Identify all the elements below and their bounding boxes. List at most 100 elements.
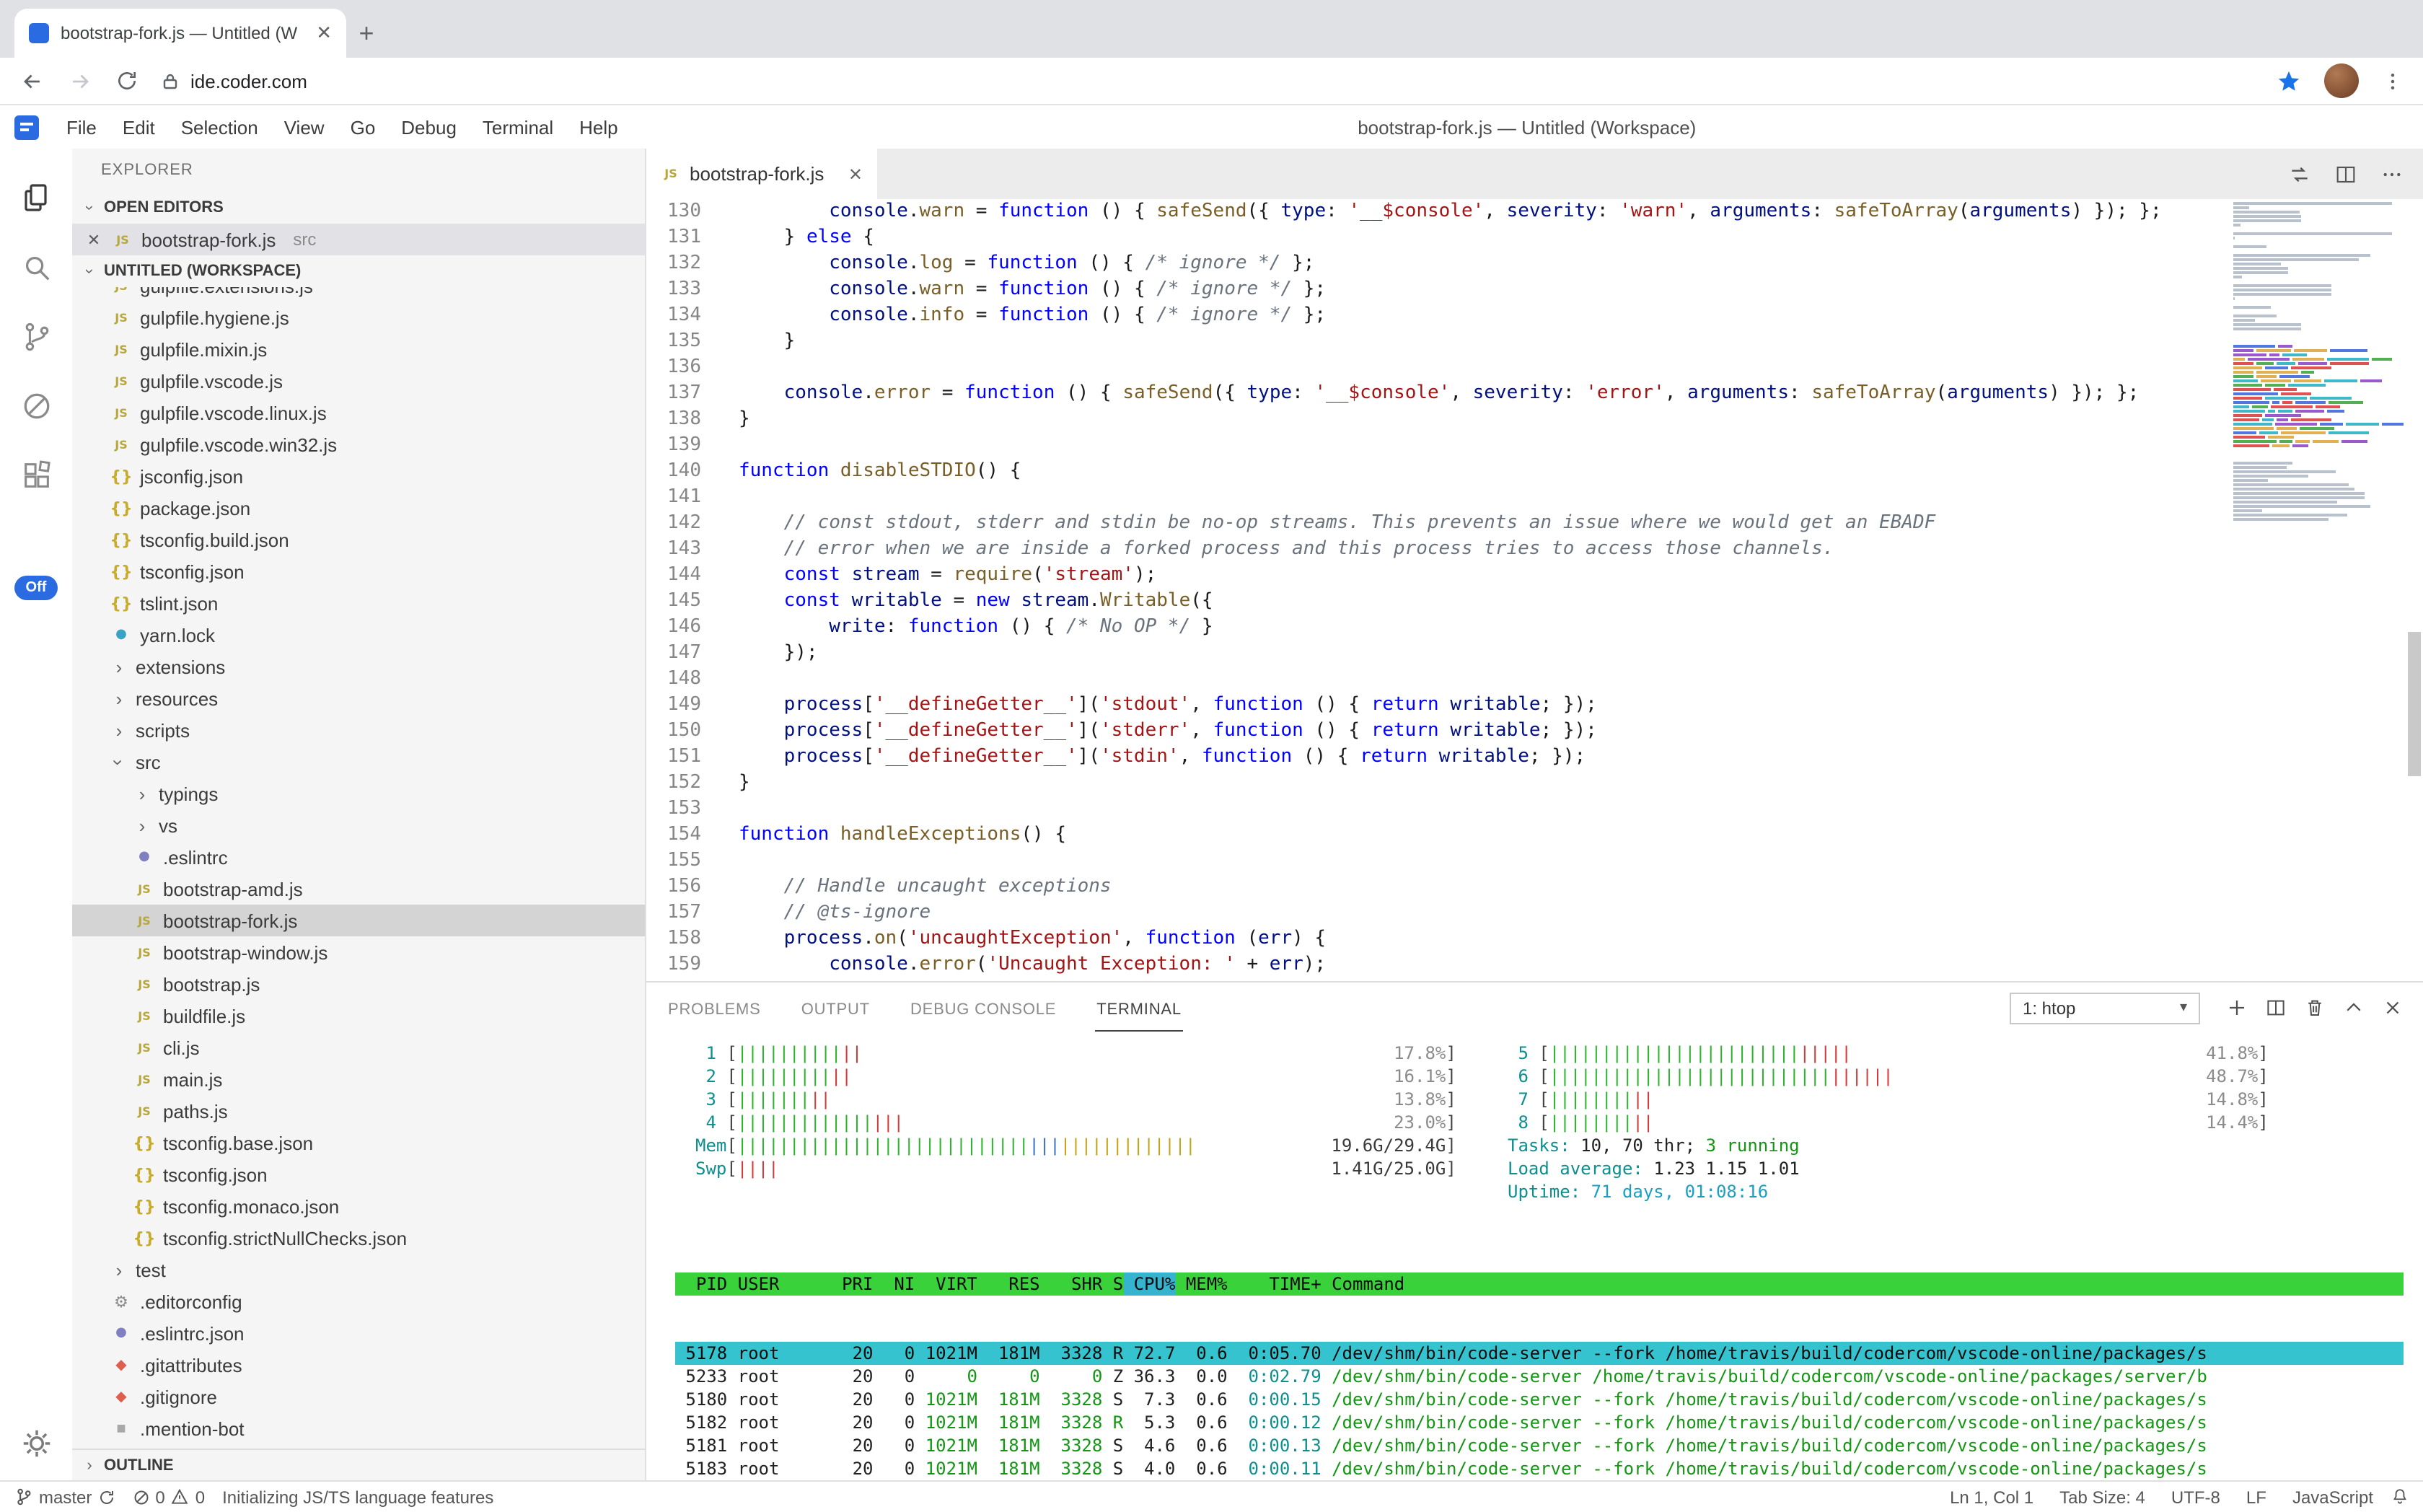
tree-item-bootstrap-window-js[interactable]: JSbootstrap-window.js [72, 936, 645, 968]
tree-item-tsconfig-strictnullchecks-json[interactable]: {}tsconfig.strictNullChecks.json [72, 1222, 645, 1254]
tree-item-tslint-json[interactable]: {}tslint.json [72, 587, 645, 619]
tree-item-test[interactable]: ›test [72, 1254, 645, 1285]
code-editor[interactable]: 1301311321331341351361371381391401411421… [646, 199, 2423, 981]
process-row-5183[interactable]: 5183root2001021M181M3328S4.00.60:00.11/d… [675, 1457, 2404, 1480]
tab-close-icon[interactable]: ✕ [316, 22, 332, 45]
menu-selection[interactable]: Selection [168, 116, 271, 138]
explorer-icon[interactable] [0, 163, 72, 232]
menu-view[interactable]: View [271, 116, 338, 138]
htop-col-pid[interactable]: PID [675, 1273, 727, 1296]
new-tab-button[interactable]: + [346, 13, 387, 53]
maximize-panel-icon[interactable] [2343, 997, 2365, 1019]
tree-item-gitignore[interactable]: ◆.gitignore [72, 1381, 645, 1412]
status-lf[interactable]: LF [2246, 1487, 2266, 1507]
htop-col-cpu[interactable]: CPU% [1123, 1273, 1175, 1296]
tree-item-eslintrc[interactable]: ●.eslintrc [72, 841, 645, 873]
tree-item-bootstrap-js[interactable]: JSbootstrap.js [72, 968, 645, 1000]
open-editor-item[interactable]: ✕JSbootstrap-fork.jssrc [72, 224, 645, 255]
tree-item-gulpfile-extensions-js[interactable]: JSgulpfile.extensions.js [72, 287, 645, 302]
tree-item-tsconfig-build-json[interactable]: {}tsconfig.build.json [72, 524, 645, 555]
status-tab-size-4[interactable]: Tab Size: 4 [2059, 1487, 2145, 1507]
branch-indicator[interactable]: master [14, 1487, 115, 1507]
tree-item-tsconfig-monaco-json[interactable]: {}tsconfig.monaco.json [72, 1190, 645, 1222]
source-control-icon[interactable] [0, 302, 72, 371]
tree-item-tsconfig-json[interactable]: {}tsconfig.json [72, 1159, 645, 1190]
panel-tab-debug-console[interactable]: DEBUG CONSOLE [909, 986, 1057, 1029]
extensions-icon[interactable] [0, 440, 72, 509]
terminal-output[interactable]: 1[||||||||||||17.8%]5[||||||||||||||||||… [646, 1033, 2423, 1480]
off-toggle-badge[interactable]: Off [14, 576, 58, 600]
open-editors-header[interactable]: › OPEN EDITORS [72, 192, 645, 224]
process-row-5233[interactable]: 5233root200000Z36.30.00:02.79/dev/shm/bi… [675, 1365, 2404, 1388]
split-editor-icon[interactable] [2334, 162, 2357, 185]
tree-item-package-json[interactable]: {}package.json [72, 492, 645, 524]
htop-col-res[interactable]: RES [977, 1273, 1040, 1296]
htop-col-user[interactable]: USER [727, 1273, 831, 1296]
status-utf-8[interactable]: UTF-8 [2171, 1487, 2220, 1507]
minimap[interactable] [2233, 202, 2404, 981]
tree-item-scripts[interactable]: ›scripts [72, 714, 645, 746]
tree-item-bootstrap-fork-js[interactable]: JSbootstrap-fork.js [72, 905, 645, 936]
htop-col-s[interactable]: S [1102, 1273, 1123, 1296]
htop-col-command[interactable]: Command [1322, 1273, 2404, 1296]
tree-item-gulpfile-mixin-js[interactable]: JSgulpfile.mixin.js [72, 333, 645, 365]
reload-icon[interactable] [115, 69, 138, 92]
workspace-header[interactable]: › UNTITLED (WORKSPACE) [72, 255, 645, 287]
outline-header[interactable]: › OUTLINE [72, 1449, 645, 1480]
problems-indicator[interactable]: 0 0 [132, 1487, 205, 1507]
tab-close-icon[interactable]: ✕ [848, 164, 863, 184]
htop-col-mem[interactable]: MEM% [1175, 1273, 1227, 1296]
tree-item-gulpfile-vscode-linux-js[interactable]: JSgulpfile.vscode.linux.js [72, 397, 645, 428]
tree-item-buildfile-js[interactable]: JSbuildfile.js [72, 1000, 645, 1032]
debug-icon[interactable] [0, 371, 72, 440]
more-actions-icon[interactable] [2380, 162, 2404, 185]
terminal-picker[interactable]: 1: htop ▾ [2010, 992, 2200, 1024]
tree-item-jsconfig-json[interactable]: {}jsconfig.json [72, 460, 645, 492]
htop-col-time[interactable]: TIME+ [1228, 1273, 1322, 1296]
tree-item-gulpfile-vscode-js[interactable]: JSgulpfile.vscode.js [72, 365, 645, 397]
back-icon[interactable] [20, 69, 45, 93]
split-terminal-icon[interactable] [2265, 997, 2287, 1019]
menu-go[interactable]: Go [338, 116, 389, 138]
process-row-5182[interactable]: 5182root2001021M181M3328R5.30.60:00.12/d… [675, 1411, 2404, 1434]
menu-file[interactable]: File [53, 116, 110, 138]
tree-item-yarn-lock[interactable]: ●yarn.lock [72, 619, 645, 651]
menu-edit[interactable]: Edit [110, 116, 168, 138]
process-row-5181[interactable]: 5181root2001021M181M3328S4.60.60:00.13/d… [675, 1434, 2404, 1457]
kill-terminal-icon[interactable] [2304, 997, 2326, 1019]
tree-item-tsconfig-json[interactable]: {}tsconfig.json [72, 555, 645, 587]
htop-col-virt[interactable]: VIRT [915, 1273, 977, 1296]
close-icon[interactable]: ✕ [84, 230, 104, 249]
status-javascript[interactable]: JavaScript [2292, 1487, 2373, 1507]
tree-item-editorconfig[interactable]: ⚙.editorconfig [72, 1285, 645, 1317]
browser-menu-icon[interactable] [2382, 70, 2404, 92]
profile-avatar[interactable] [2324, 63, 2359, 98]
search-icon[interactable] [0, 232, 72, 302]
menu-help[interactable]: Help [566, 116, 631, 138]
tree-item-gitattributes[interactable]: ◆.gitattributes [72, 1349, 645, 1381]
panel-tab-output[interactable]: OUTPUT [800, 986, 871, 1029]
panel-tab-problems[interactable]: PROBLEMS [667, 986, 762, 1029]
htop-col-shr[interactable]: SHR [1040, 1273, 1103, 1296]
editor-tab[interactable]: JS bootstrap-fork.js ✕ [646, 149, 877, 199]
htop-col-pri[interactable]: PRI [832, 1273, 874, 1296]
editor-scrollbar[interactable] [2408, 632, 2421, 776]
menu-debug[interactable]: Debug [388, 116, 470, 138]
process-row-5178[interactable]: 5178root2001021M181M3328R72.70.60:05.70/… [675, 1342, 2404, 1365]
tree-item-extensions[interactable]: ›extensions [72, 651, 645, 682]
sync-icon[interactable] [2288, 162, 2311, 185]
tree-item-cli-js[interactable]: JScli.js [72, 1032, 645, 1063]
process-row-5180[interactable]: 5180root2001021M181M3328S7.30.60:00.15/d… [675, 1388, 2404, 1411]
tree-item-bootstrap-amd-js[interactable]: JSbootstrap-amd.js [72, 873, 645, 905]
url-field[interactable]: ide.coder.com [162, 70, 2253, 92]
htop-col-ni[interactable]: NI [873, 1273, 915, 1296]
menu-terminal[interactable]: Terminal [470, 116, 566, 138]
tree-item-mention-bot[interactable]: ■.mention-bot [72, 1412, 645, 1444]
tree-item-paths-js[interactable]: JSpaths.js [72, 1095, 645, 1127]
tree-item-main-js[interactable]: JSmain.js [72, 1063, 645, 1095]
settings-gear-icon[interactable] [19, 1427, 53, 1460]
bell-icon[interactable] [2391, 1487, 2409, 1506]
tree-item-vs[interactable]: ›vs [72, 809, 645, 841]
panel-tab-terminal[interactable]: TERMINAL [1095, 986, 1183, 1031]
close-panel-icon[interactable] [2382, 997, 2404, 1019]
